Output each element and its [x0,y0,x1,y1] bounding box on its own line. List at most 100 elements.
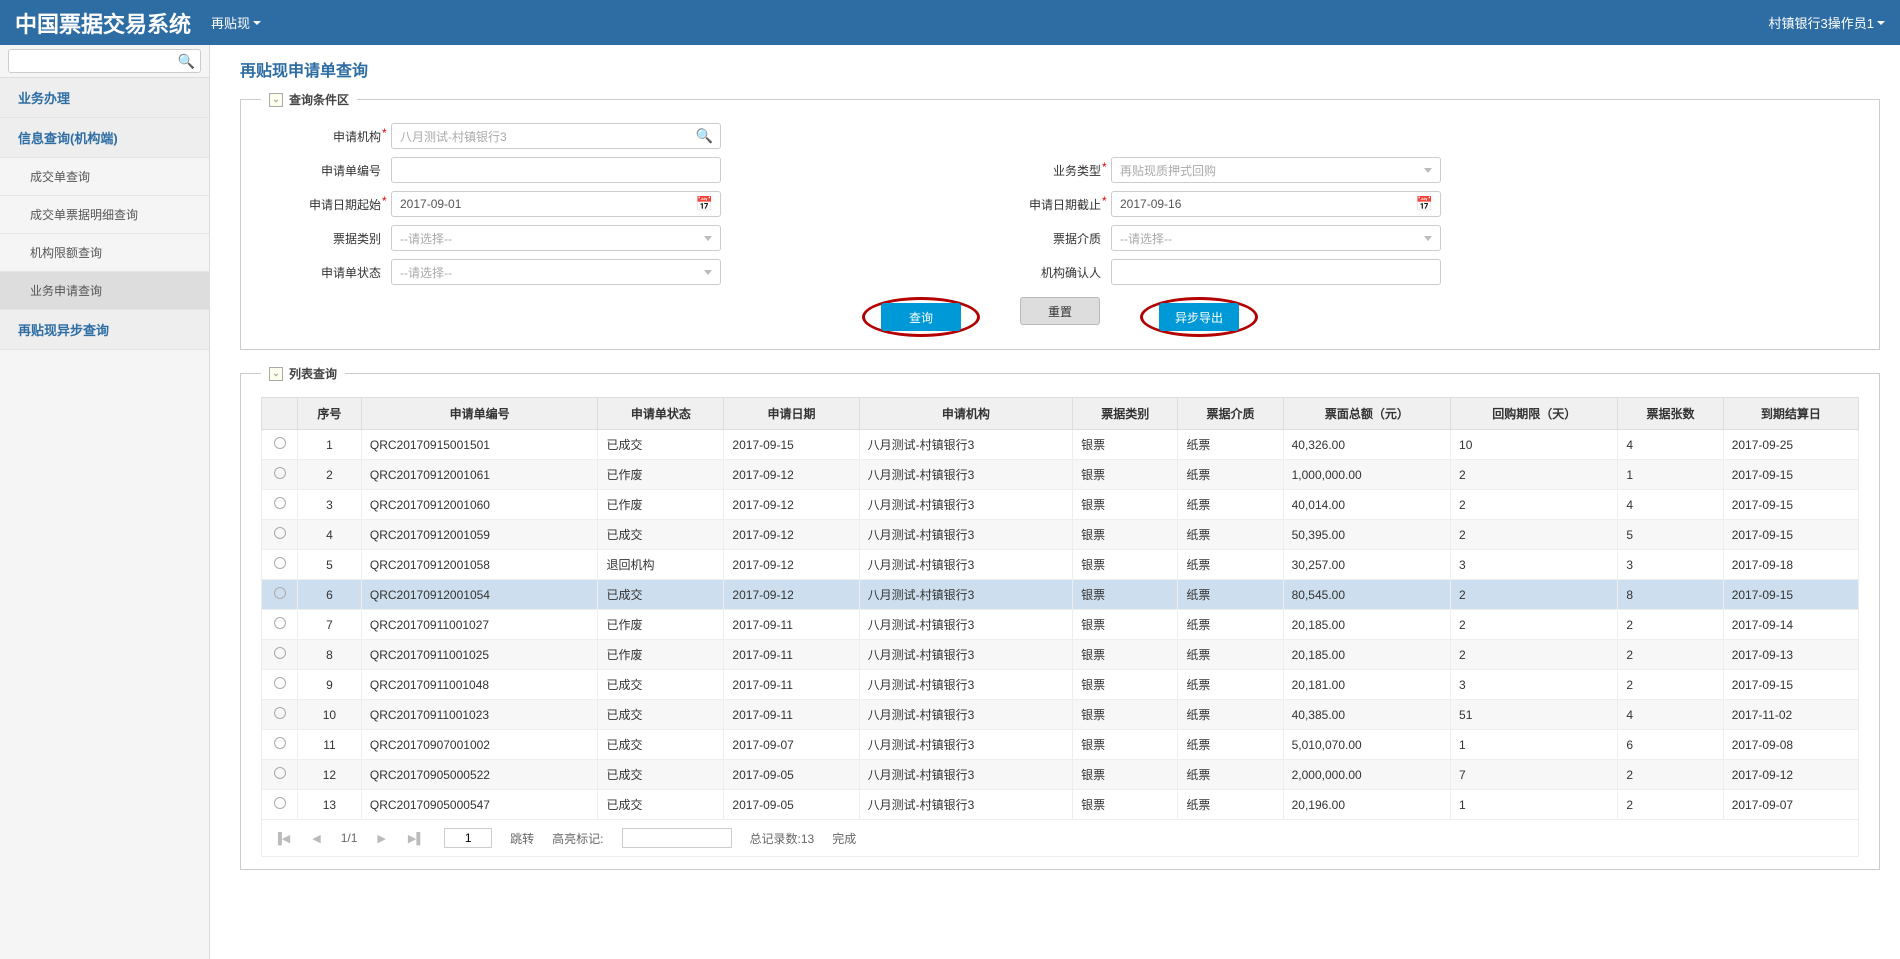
row-radio[interactable] [274,437,286,449]
cell-class: 银票 [1073,580,1178,610]
select-ticket-class[interactable]: --请选择-- [391,225,721,251]
row-radio[interactable] [274,707,286,719]
pager-page-of: 1/1 [341,831,358,845]
pager-prev[interactable]: ◀ [310,832,322,845]
input-date-from[interactable] [391,191,721,217]
pager-last[interactable]: ▶▌ [406,832,426,845]
cell-no: QRC20170905000522 [361,760,598,790]
nav-item[interactable]: 成交单票据明细查询 [0,196,209,234]
pager-page-input[interactable] [444,828,492,848]
cell-date: 2017-09-12 [724,580,859,610]
cell-seq: 7 [298,610,362,640]
nav-item[interactable]: 机构限额查询 [0,234,209,272]
cell-class: 银票 [1073,760,1178,790]
query-fieldset: ⌄ 查询条件区 申请机构 🔍 申请单编号 业务类型 再贴现质押式回购 申请日期起… [240,91,1880,350]
row-radio[interactable] [274,767,286,779]
table-row[interactable]: 13QRC20170905000547已成交2017-09-05八月测试-村镇银… [262,790,1859,820]
row-radio[interactable] [274,467,286,479]
cell-medium: 纸票 [1178,700,1283,730]
cell-count: 6 [1618,730,1723,760]
cell-settle: 2017-09-15 [1723,670,1858,700]
table-row[interactable]: 6QRC20170912001054已成交2017-09-12八月测试-村镇银行… [262,580,1859,610]
row-radio[interactable] [274,617,286,629]
sidebar-search-input[interactable] [8,49,201,73]
row-radio[interactable] [274,737,286,749]
cell-seq: 10 [298,700,362,730]
table-row[interactable]: 1QRC20170915001501已成交2017-09-15八月测试-村镇银行… [262,430,1859,460]
cell-settle: 2017-11-02 [1723,700,1858,730]
nav-item[interactable]: 业务办理 [0,78,209,118]
query-button[interactable]: 查询 [881,303,961,331]
user-dropdown[interactable]: 村镇银行3操作员1 [1769,13,1885,32]
cell-status: 已成交 [598,580,724,610]
cell-settle: 2017-09-14 [1723,610,1858,640]
table-row[interactable]: 4QRC20170912001059已成交2017-09-12八月测试-村镇银行… [262,520,1859,550]
cell-settle: 2017-09-15 [1723,490,1858,520]
select-biz-type[interactable]: 再贴现质押式回购 [1111,157,1441,183]
cell-amount: 30,257.00 [1283,550,1450,580]
input-apply-no[interactable] [391,157,721,183]
collapse-icon[interactable]: ⌄ [269,367,283,381]
nav-item[interactable]: 业务申请查询 [0,272,209,310]
cell-settle: 2017-09-18 [1723,550,1858,580]
row-radio[interactable] [274,587,286,599]
table-row[interactable]: 5QRC20170912001058退回机构2017-09-12八月测试-村镇银… [262,550,1859,580]
cell-org: 八月测试-村镇银行3 [859,550,1072,580]
cell-settle: 2017-09-07 [1723,790,1858,820]
input-apply-org[interactable] [391,123,721,149]
cell-org: 八月测试-村镇银行3 [859,490,1072,520]
collapse-icon[interactable]: ⌄ [269,93,283,107]
cell-count: 2 [1618,610,1723,640]
table-row[interactable]: 9QRC20170911001048已成交2017-09-11八月测试-村镇银行… [262,670,1859,700]
nav-item[interactable]: 信息查询(机构端) [0,118,209,158]
table-row[interactable]: 3QRC20170912001060已作废2017-09-12八月测试-村镇银行… [262,490,1859,520]
table-row[interactable]: 12QRC20170905000522已成交2017-09-05八月测试-村镇银… [262,760,1859,790]
pager-next[interactable]: ▶ [375,832,387,845]
nav-item[interactable]: 成交单查询 [0,158,209,196]
table-header: 申请机构 [859,398,1072,430]
input-date-to[interactable] [1111,191,1441,217]
page-title: 再贴现申请单查询 [240,57,1880,81]
cell-org: 八月测试-村镇银行3 [859,430,1072,460]
row-radio[interactable] [274,557,286,569]
row-radio[interactable] [274,797,286,809]
main-content: 再贴现申请单查询 ⌄ 查询条件区 申请机构 🔍 申请单编号 业务类型 再贴现质押… [210,45,1900,959]
cell-count: 5 [1618,520,1723,550]
table-row[interactable]: 11QRC20170907001002已成交2017-09-07八月测试-村镇银… [262,730,1859,760]
table-row[interactable]: 8QRC20170911001025已作废2017-09-11八月测试-村镇银行… [262,640,1859,670]
row-radio[interactable] [274,527,286,539]
table-header: 票据介质 [1178,398,1283,430]
cell-term: 2 [1451,610,1618,640]
pager-jump[interactable]: 跳转 [510,830,534,847]
row-radio[interactable] [274,497,286,509]
cell-date: 2017-09-05 [724,790,859,820]
cell-amount: 40,014.00 [1283,490,1450,520]
cell-no: QRC20170912001061 [361,460,598,490]
chevron-down-icon [1424,236,1432,241]
export-button[interactable]: 异步导出 [1159,303,1239,331]
search-icon[interactable]: 🔍 [178,53,195,70]
row-radio[interactable] [274,677,286,689]
pager-first[interactable]: ▐◀ [272,832,292,845]
table-row[interactable]: 7QRC20170911001027已作废2017-09-11八月测试-村镇银行… [262,610,1859,640]
reset-button[interactable]: 重置 [1020,297,1100,325]
cell-class: 银票 [1073,520,1178,550]
table-row[interactable]: 10QRC20170911001023已成交2017-09-11八月测试-村镇银… [262,700,1859,730]
pager-highlight-input[interactable] [622,828,732,848]
cell-medium: 纸票 [1178,550,1283,580]
nav-item[interactable]: 再贴现异步查询 [0,310,209,350]
cell-seq: 11 [298,730,362,760]
cell-count: 2 [1618,670,1723,700]
table-row[interactable]: 2QRC20170912001061已作废2017-09-12八月测试-村镇银行… [262,460,1859,490]
select-ticket-medium[interactable]: --请选择-- [1111,225,1441,251]
cell-term: 2 [1451,640,1618,670]
table-header: 到期结算日 [1723,398,1858,430]
cell-medium: 纸票 [1178,580,1283,610]
input-org-confirm[interactable] [1111,259,1441,285]
row-radio[interactable] [274,647,286,659]
cell-count: 4 [1618,430,1723,460]
select-apply-status[interactable]: --请选择-- [391,259,721,285]
cell-org: 八月测试-村镇银行3 [859,790,1072,820]
header-menu-dropdown[interactable]: 再贴现 [211,13,261,32]
chevron-down-icon [704,270,712,275]
